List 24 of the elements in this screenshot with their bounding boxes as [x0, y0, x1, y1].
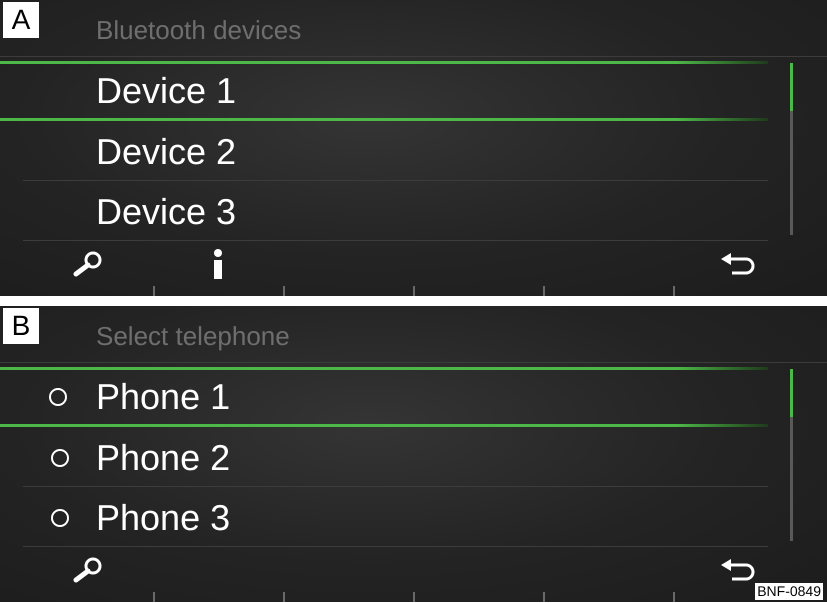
- radio-button[interactable]: [49, 388, 67, 406]
- list-item[interactable]: Phone 2: [23, 427, 768, 487]
- info-button[interactable]: [213, 248, 223, 278]
- back-button[interactable]: [720, 252, 756, 276]
- panel-label: B: [3, 308, 39, 344]
- list-item[interactable]: Phone 1: [0, 367, 768, 427]
- list-item[interactable]: Phone 3: [23, 487, 768, 547]
- search-button[interactable]: [72, 556, 104, 584]
- back-icon: [720, 252, 756, 276]
- screen-title: Select telephone: [96, 320, 290, 352]
- radio-button[interactable]: [50, 449, 68, 467]
- info-icon: [213, 248, 223, 278]
- search-button[interactable]: [72, 250, 104, 278]
- search-icon: [72, 556, 104, 584]
- figure-code: BNF-0849: [755, 583, 823, 600]
- back-icon: [720, 558, 756, 582]
- list-item[interactable]: Device 2: [23, 121, 768, 181]
- panel-label: A: [3, 2, 39, 38]
- back-button[interactable]: [720, 558, 756, 582]
- search-icon: [72, 250, 104, 278]
- screen-title: Bluetooth devices: [96, 14, 302, 46]
- list-item[interactable]: Device 1: [0, 61, 768, 121]
- list-item[interactable]: Device 3: [23, 181, 768, 241]
- radio-button[interactable]: [50, 509, 68, 527]
